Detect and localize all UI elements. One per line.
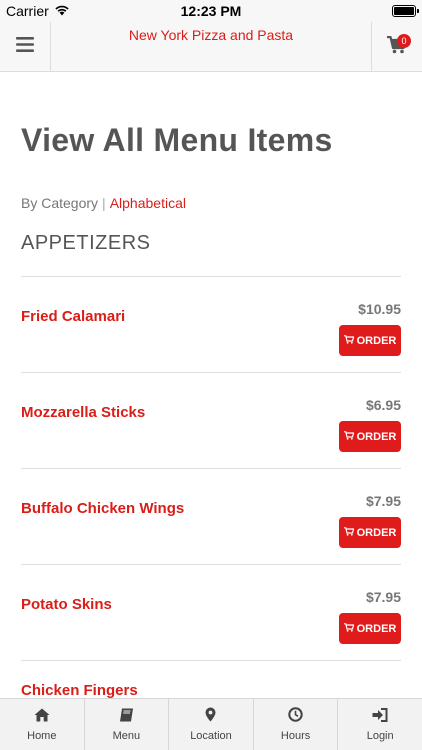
sign-in-icon — [372, 707, 388, 727]
order-button[interactable]: ORDER — [339, 325, 401, 356]
item-price: $7.95 — [365, 493, 401, 509]
order-button-label: ORDER — [356, 334, 397, 347]
order-button[interactable]: ORDER — [339, 613, 401, 644]
item-price: $6.95 — [365, 397, 401, 413]
cart-add-icon — [343, 334, 355, 347]
menu-item[interactable]: Chicken Fingers — [21, 661, 401, 698]
sort-options: By Category | Alphabetical — [21, 195, 186, 211]
tab-login[interactable]: Login — [338, 699, 422, 750]
bottom-tab-bar: Home Menu Location Hours Login — [0, 698, 422, 750]
tab-label: Hours — [280, 730, 311, 742]
order-button-label: ORDER — [356, 430, 397, 443]
tab-label: Home — [27, 729, 57, 742]
hamburger-icon — [16, 37, 34, 57]
wifi-icon — [54, 3, 70, 19]
sort-by-category-link[interactable]: By Category — [21, 195, 98, 211]
item-name[interactable]: Fried Calamari — [21, 308, 125, 325]
battery-icon — [392, 5, 419, 17]
status-bar: Carrier 12:23 PM — [0, 0, 422, 22]
cart-add-icon — [343, 526, 355, 539]
cart-add-icon — [343, 430, 355, 443]
restaurant-title: New York Pizza and Pasta — [128, 27, 294, 43]
category-heading: APPETIZERS — [21, 232, 151, 254]
tab-label: Login — [366, 729, 394, 742]
menu-item[interactable]: Potato Skins $7.95 ORDER — [21, 565, 401, 661]
menu-item[interactable]: Fried Calamari $10.95 ORDER — [21, 277, 401, 373]
app-header: New York Pizza and Pasta 0 — [0, 22, 422, 72]
tab-menu[interactable]: Menu — [85, 699, 170, 750]
item-name[interactable]: Chicken Fingers — [21, 682, 138, 698]
item-name[interactable]: Buffalo Chicken Wings — [21, 500, 184, 517]
tab-label: Location — [190, 730, 232, 742]
map-pin-icon — [205, 707, 216, 727]
tab-home[interactable]: Home — [0, 699, 85, 750]
sort-alphabetical-link[interactable]: Alphabetical — [110, 195, 186, 211]
tab-location[interactable]: Location — [169, 699, 254, 750]
tab-label: Menu — [112, 729, 141, 742]
order-button[interactable]: ORDER — [339, 517, 401, 548]
item-name[interactable]: Potato Skins — [21, 596, 112, 613]
order-button-label: ORDER — [356, 526, 397, 539]
item-price: $7.95 — [365, 589, 401, 605]
hamburger-menu-button[interactable] — [0, 22, 51, 72]
menu-content[interactable]: View All Menu Items By Category | Alphabet… — [0, 72, 422, 698]
order-button[interactable]: ORDER — [339, 421, 401, 452]
order-button-label: ORDER — [356, 622, 397, 635]
status-left: Carrier — [6, 3, 70, 19]
menu-item[interactable]: Mozzarella Sticks $6.95 ORDER — [21, 373, 401, 469]
tab-hours[interactable]: Hours — [254, 699, 339, 750]
item-name[interactable]: Mozzarella Sticks — [21, 404, 145, 421]
item-price: $10.95 — [358, 301, 401, 317]
page-title: View All Menu Items — [21, 122, 333, 158]
book-icon — [119, 708, 134, 727]
home-icon — [34, 708, 50, 727]
clock-icon — [288, 707, 303, 727]
menu-item[interactable]: Buffalo Chicken Wings $7.95 ORDER — [21, 469, 401, 565]
cart-add-icon — [343, 622, 355, 635]
cart-button[interactable]: 0 — [371, 22, 422, 72]
sort-separator: | — [102, 195, 106, 211]
carrier-label: Carrier — [6, 3, 49, 19]
cart-count-badge: 0 — [397, 34, 411, 48]
